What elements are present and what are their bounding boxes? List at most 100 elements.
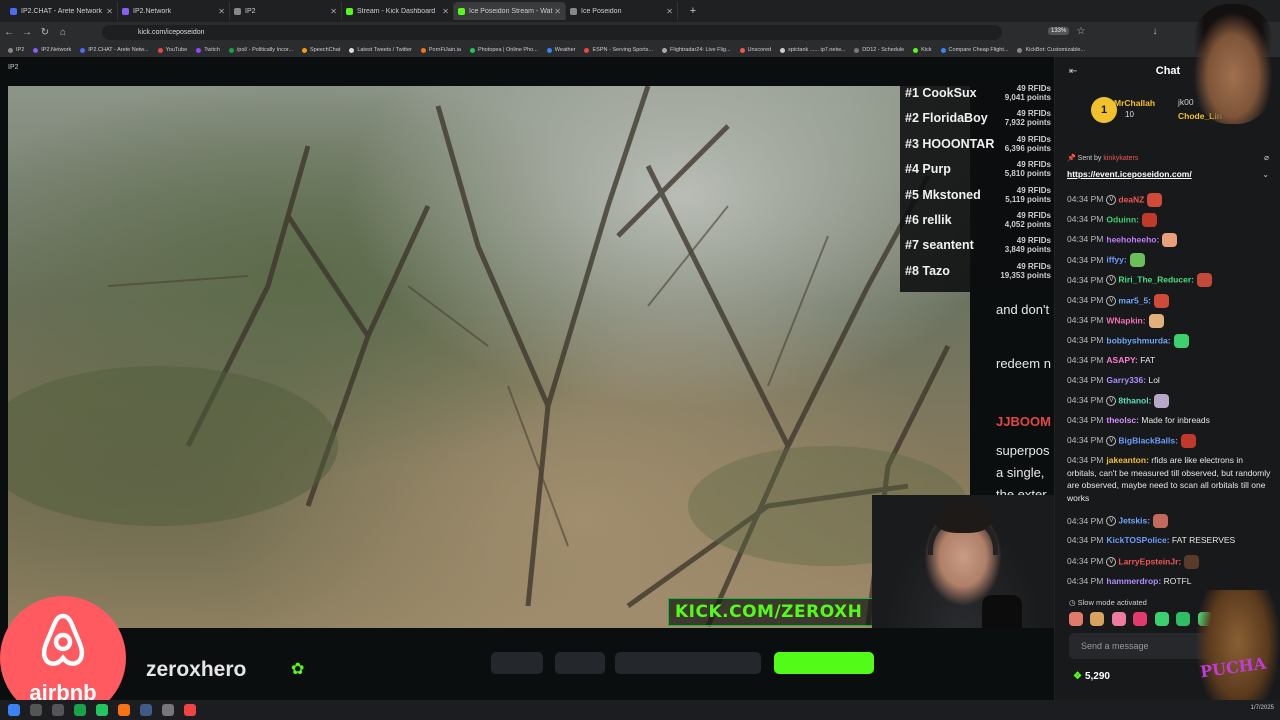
browser-tab[interactable]: IP2 ✕ [230, 2, 342, 20]
message-username[interactable]: WNapkin: [1106, 315, 1145, 325]
message-username[interactable]: iffyy: [1106, 255, 1126, 265]
tab-close-icon[interactable]: ✕ [330, 7, 337, 16]
message-timestamp: 04:34 PM [1067, 354, 1104, 365]
chrome-icon[interactable] [96, 704, 108, 716]
pinned-link[interactable]: https://event.iceposeidon.com/ [1067, 169, 1192, 179]
tab-close-icon[interactable]: ✕ [554, 7, 561, 16]
emote-icon[interactable] [1069, 612, 1083, 626]
notification-button[interactable] [555, 652, 605, 674]
message-username[interactable]: LarryEpsteinJr: [1118, 556, 1181, 566]
steam-icon[interactable] [140, 704, 152, 716]
bookmark-item[interactable]: DD12 - Schedule [854, 47, 904, 53]
browser-tab-bar: IP2.CHAT - Arete Network ✕ IP2.Network ✕ I… [0, 0, 1280, 22]
home-icon[interactable]: ⌂ [54, 27, 72, 38]
browser-tab[interactable]: IP2.CHAT - Arete Network ✕ [6, 2, 118, 20]
taskbar-app-icon[interactable] [184, 704, 196, 716]
bookmark-item[interactable]: Photopea | Online Pho... [469, 47, 538, 53]
bookmark-item[interactable]: KickBot: Customizable... [1017, 47, 1085, 53]
bookmark-item[interactable]: Kick [913, 47, 932, 53]
channel-name[interactable]: zeroxhero [146, 658, 246, 682]
message-timestamp: 04:34 PM [1067, 555, 1104, 566]
follow-button[interactable] [774, 652, 874, 674]
chat-message: 04:34 PM Garry336: Lol [1067, 374, 1275, 387]
message-username[interactable]: hammerdrop: [1106, 576, 1161, 586]
address-bar: ← → ↻ ⌂ kick.com/iceposeidon 133% ☆ ↓ [0, 22, 1280, 43]
browser-tab-active[interactable]: Ice Poseidon Stream - Wat ✕ [454, 2, 566, 20]
message-username[interactable]: ASAPY: [1106, 355, 1138, 365]
message-username[interactable]: Riri_The_Reducer: [1118, 275, 1194, 285]
share-button[interactable] [491, 652, 543, 674]
tab-close-icon[interactable]: ✕ [666, 7, 673, 16]
bookmark-item[interactable]: /pol/ - Politically Incor... [228, 47, 293, 53]
bookmark-item[interactable]: Unscored [739, 47, 771, 53]
url-input[interactable]: kick.com/iceposeidon [102, 25, 1002, 40]
bookmark-item[interactable]: PornFiJain.ia [420, 47, 461, 53]
taskbar-clock[interactable]: 1/7/2025 [1251, 705, 1274, 711]
message-username[interactable]: mar5_5: [1118, 295, 1151, 305]
channel-points[interactable]: ❖ 5,290 [1073, 671, 1110, 682]
message-username[interactable]: bobbyshmurda: [1106, 335, 1170, 345]
browser-tab[interactable]: IP2.Network ✕ [118, 2, 230, 20]
back-icon[interactable]: ← [0, 27, 18, 38]
bookmark-item[interactable]: spictank ...... ip7.netw... [780, 47, 845, 53]
bookmark-item[interactable]: Twitch [196, 47, 220, 53]
emote-icon[interactable] [1154, 612, 1169, 626]
reload-icon[interactable]: ↻ [36, 27, 54, 38]
bookmark-item[interactable]: Weather [546, 47, 575, 53]
overlay-chat-line: and don't [996, 302, 1050, 317]
site-label[interactable]: IP2 [8, 64, 19, 71]
message-username[interactable]: Oduinn: [1106, 214, 1139, 224]
taskbar-app-icon[interactable] [74, 704, 86, 716]
tab-close-icon[interactable]: ✕ [106, 7, 113, 16]
tab-close-icon[interactable]: ✕ [218, 7, 225, 16]
bookmark-item[interactable]: IP2.Network [33, 47, 71, 53]
bookmark-item[interactable]: Flightradar24: Live Flig... [662, 47, 731, 53]
message-username[interactable]: KickTOSPolice: [1106, 535, 1169, 545]
emote-icon[interactable] [1133, 612, 1148, 626]
message-text: Lol [1148, 374, 1160, 385]
bookmark-star-icon[interactable]: ☆ [1072, 26, 1090, 37]
taskbar-app-icon[interactable] [30, 704, 42, 716]
browser-tab[interactable]: Ice Poseidon ✕ [566, 2, 678, 20]
chevron-down-icon[interactable]: ⌄ [1262, 170, 1269, 179]
unpin-icon[interactable]: ⌀ [1264, 153, 1269, 162]
message-username[interactable]: jakeanton: [1106, 455, 1149, 465]
firefox-icon[interactable] [118, 704, 130, 716]
pinned-sender[interactable]: kinkykaters [1103, 155, 1138, 162]
bookmark-item[interactable]: YouTube [157, 47, 187, 53]
bookmark-item[interactable]: IP2.CHAT - Arete Netw... [80, 47, 149, 53]
gifter-name[interactable]: MrChallah [1114, 98, 1155, 108]
message-username[interactable]: deaNZ [1118, 194, 1144, 204]
message-username[interactable]: BigBlackBalls: [1118, 435, 1178, 445]
bookmark-item[interactable]: SpeechChat [302, 47, 340, 53]
gifter-name[interactable]: jk00 [1178, 97, 1194, 107]
tab-close-icon[interactable]: ✕ [442, 7, 449, 16]
browser-tab[interactable]: Stream - Kick Dashboard ✕ [342, 2, 454, 20]
bookmark-item[interactable]: ESPN - Serving Sports... [584, 47, 653, 53]
message-username[interactable]: Jetskis: [1118, 516, 1150, 526]
new-tab-icon[interactable]: + [686, 5, 700, 17]
taskbar-app-icon[interactable] [52, 704, 64, 716]
leaderboard-row: #2 FloridaBoy 49 RFIDs 7,932 points [900, 107, 1054, 132]
emote-icon [1154, 394, 1170, 408]
bookmark-item[interactable]: IP2 [8, 47, 24, 53]
windows-start-icon[interactable] [8, 704, 20, 716]
message-username[interactable]: Garry336: [1106, 375, 1146, 385]
message-username[interactable]: 8thanol: [1118, 395, 1151, 405]
forward-icon[interactable]: → [18, 27, 36, 38]
download-icon[interactable]: ↓ [1146, 26, 1164, 37]
emote-icon[interactable] [1090, 612, 1105, 626]
kick-url-banner: KICK.COM/ZEROXH [668, 598, 900, 626]
message-timestamp: 04:34 PM [1067, 395, 1104, 406]
leaderboard-row: #7 seantent 49 RFIDs 3,849 points [900, 234, 1054, 259]
gift-subs-button[interactable] [615, 652, 761, 674]
zoom-level[interactable]: 133% [1048, 27, 1070, 35]
emote-icon[interactable] [1176, 612, 1191, 626]
stream-video[interactable] [8, 86, 970, 628]
settings-icon[interactable] [162, 704, 174, 716]
emote-icon[interactable] [1111, 612, 1126, 626]
message-username[interactable]: heehoheeho: [1106, 234, 1159, 244]
bookmark-item[interactable]: Compare Cheap Flight... [940, 47, 1008, 53]
message-username[interactable]: theolsc: [1106, 415, 1139, 425]
bookmark-item[interactable]: Latest Tweets / Twitter [349, 47, 412, 53]
